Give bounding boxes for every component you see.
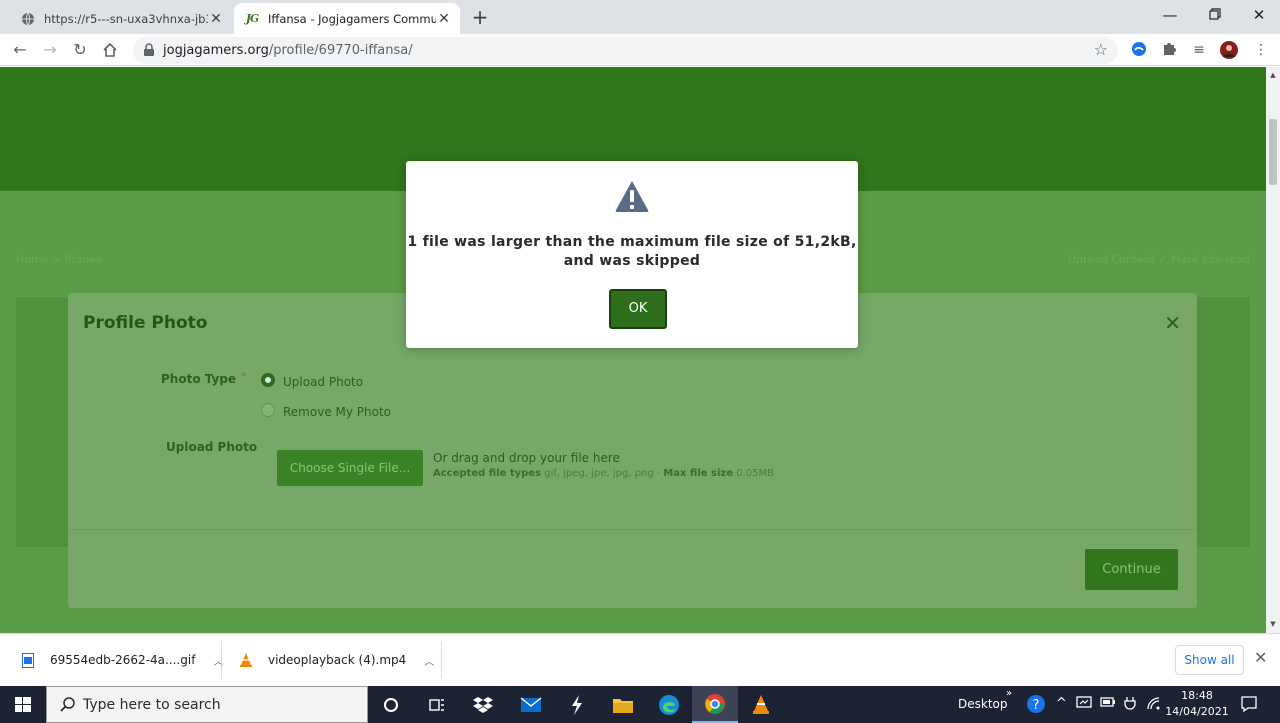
ok-button[interactable]: OK	[609, 289, 667, 329]
choose-file-button[interactable]: Choose Single File...	[277, 450, 423, 486]
globe-icon	[20, 11, 36, 27]
wifi-icon[interactable]	[1146, 696, 1162, 714]
chrome-menu-icon[interactable]: ⋮	[1252, 41, 1270, 59]
browser-toolbar: ← → ↻ jogjagamers.org/profile/69770-iffa…	[0, 34, 1280, 66]
action-center-icon[interactable]	[1240, 695, 1258, 713]
tray-overflow-chevron-icon[interactable]: ^	[1056, 696, 1067, 711]
download-item-mp4[interactable]: videoplayback (4).mp4 ︿	[238, 634, 434, 686]
download-filename: 69554edb-2662-4a....gif	[50, 653, 196, 667]
bookmark-star-icon[interactable]: ☆	[1094, 40, 1108, 59]
restore-icon[interactable]	[1200, 6, 1230, 24]
breadcrumb: Home > Iffansa	[16, 253, 102, 266]
home-icon[interactable]	[100, 40, 120, 60]
tab-jogjagamers[interactable]: JG Iffansa - Jogjagamers Communit ✕	[234, 3, 460, 34]
svg-text:?: ?	[1033, 698, 1040, 713]
new-tab-icon[interactable]: +	[470, 5, 490, 29]
download-item-gif[interactable]: 69554edb-2662-4a....gif ︿	[20, 634, 223, 686]
radio-upload-photo[interactable]	[261, 373, 275, 387]
task-view-icon[interactable]	[414, 686, 460, 723]
windows-logo-icon	[15, 697, 31, 712]
winamp-icon[interactable]	[554, 686, 600, 723]
modal-close-icon[interactable]: ✕	[1164, 311, 1181, 335]
close-tab-icon[interactable]: ✕	[436, 11, 452, 27]
download-filename: videoplayback (4).mp4	[268, 653, 407, 667]
taskbar-search-box[interactable]: Type here to search	[46, 686, 368, 723]
gif-file-icon	[20, 652, 36, 668]
vlc-icon	[238, 652, 254, 668]
show-all-downloads-button[interactable]: Show all	[1175, 645, 1244, 675]
required-marker: *	[241, 370, 247, 383]
chrome-taskbar-icon[interactable]	[692, 686, 738, 723]
reload-icon[interactable]: ↻	[70, 40, 90, 60]
power-plug-icon[interactable]	[1124, 696, 1136, 714]
edge-icon[interactable]	[646, 686, 692, 723]
vlc-taskbar-icon[interactable]	[738, 686, 784, 723]
battery-icon[interactable]	[1100, 696, 1116, 712]
toolbar-overflow-icon[interactable]: »	[1006, 688, 1012, 699]
url-text: jogjagamers.org/profile/69770-iffansa/	[163, 43, 413, 58]
tab-title: https://r5---sn-uxa3vhnxa-jb3d.g	[44, 11, 208, 26]
page-scrollbar[interactable]: ▲ ▼	[1266, 67, 1280, 633]
window-close-icon[interactable]: ✕	[1244, 6, 1274, 24]
windows-taskbar: Type here to search Desktop » ? ^ 18:48 …	[0, 686, 1280, 723]
unread-content-links: Unread Content ✓ Mark site read	[1067, 253, 1250, 266]
option-upload-photo-label[interactable]: Upload Photo	[283, 375, 363, 389]
upload-photo-label: Upload Photo	[166, 440, 258, 454]
search-placeholder: Type here to search	[83, 697, 221, 713]
tab-title: Iffansa - Jogjagamers Communit	[268, 11, 436, 26]
close-tab-icon[interactable]: ✕	[208, 11, 224, 27]
file-explorer-icon[interactable]	[600, 686, 646, 723]
search-icon	[59, 696, 77, 714]
download-separator	[221, 642, 222, 678]
address-bar[interactable]: jogjagamers.org/profile/69770-iffansa/ ☆	[133, 37, 1118, 64]
back-icon[interactable]: ←	[10, 40, 30, 60]
extension-blue-icon[interactable]	[1130, 41, 1148, 59]
jogjagamers-favicon-icon: JG	[245, 12, 260, 25]
extensions-puzzle-icon[interactable]	[1160, 41, 1178, 59]
system-clock[interactable]: 18:48 14/04/2021	[1164, 688, 1230, 720]
profile-avatar[interactable]	[1220, 41, 1238, 59]
continue-button[interactable]: Continue	[1085, 549, 1178, 590]
media-controls-icon[interactable]: ≡	[1190, 41, 1208, 59]
option-remove-photo-label[interactable]: Remove My Photo	[283, 405, 391, 419]
drag-drop-hint: Or drag and drop your file here	[433, 451, 620, 465]
warning-icon	[614, 179, 650, 213]
radio-remove-photo[interactable]	[261, 403, 275, 417]
tab-youtube-video[interactable]: https://r5---sn-uxa3vhnxa-jb3d.g ✕	[10, 3, 232, 34]
file-size-alert-dialog: 1 file was larger than the maximum file …	[406, 161, 858, 348]
scroll-up-icon[interactable]: ▲	[1268, 71, 1278, 79]
cortana-icon[interactable]	[368, 686, 414, 723]
modal-title: Profile Photo	[83, 313, 208, 333]
start-button[interactable]	[0, 686, 46, 723]
modal-footer-divider	[68, 529, 1197, 530]
downloads-shelf: 69554edb-2662-4a....gif ︿ videoplayback …	[0, 633, 1280, 686]
forward-icon[interactable]: →	[40, 40, 60, 60]
mail-icon[interactable]	[508, 686, 554, 723]
download-separator	[441, 642, 442, 678]
scroll-down-icon[interactable]: ▼	[1268, 620, 1278, 628]
desktop-toolbar-label[interactable]: Desktop	[958, 697, 1008, 711]
browser-tabstrip: https://r5---sn-uxa3vhnxa-jb3d.g ✕ JG If…	[0, 0, 1280, 34]
lock-icon	[143, 43, 155, 57]
network-monitor-icon[interactable]	[1076, 696, 1092, 714]
dropbox-icon[interactable]	[460, 686, 506, 723]
alert-message: 1 file was larger than the maximum file …	[407, 234, 857, 269]
chevron-up-icon[interactable]: ︿	[424, 653, 434, 668]
minimize-icon[interactable]: —	[1155, 6, 1185, 24]
help-icon[interactable]: ?	[1026, 694, 1046, 718]
close-shelf-icon[interactable]: ✕	[1254, 648, 1267, 667]
accepted-file-types: Accepted file types gif, jpeg, jpe, jpg,…	[433, 468, 774, 479]
scrollbar-thumb[interactable]	[1269, 119, 1277, 185]
photo-type-label: Photo Type	[161, 372, 237, 386]
